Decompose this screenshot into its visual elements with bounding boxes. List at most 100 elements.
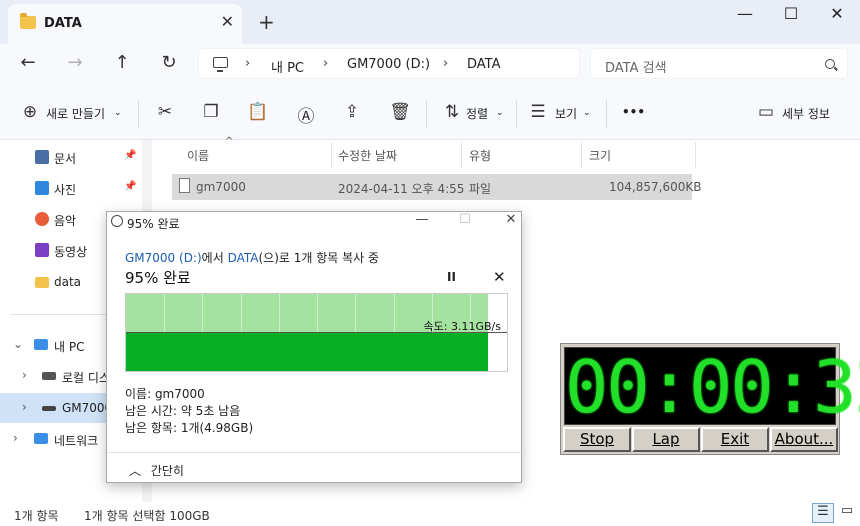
paste-icon[interactable]: 📋 (246, 102, 270, 122)
breadcrumb-drive[interactable]: GM7000 (D:) (347, 57, 430, 72)
lap-button[interactable]: Lap (632, 427, 700, 452)
sidebar-item-documents[interactable]: 문서 📌 (0, 142, 155, 172)
view-icon: ☰ (530, 102, 546, 122)
minimize-button[interactable]: — (722, 4, 768, 23)
table-row[interactable]: gm7000 2024-04-11 오후 4:55 파일 104,857,600… (172, 174, 701, 200)
tiles-view-icon[interactable]: ▭ (836, 503, 858, 523)
column-divider[interactable] (581, 142, 582, 168)
sidebar-item-pictures[interactable]: 사진 📌 (0, 173, 155, 203)
file-type: 파일 (469, 182, 492, 196)
rename-icon[interactable]: Ⓐ (294, 102, 318, 127)
toolbar-divider (516, 100, 517, 128)
maximize-button[interactable]: ☐ (768, 4, 814, 23)
copy-progress-dialog: 95% 완료 — ☐ ✕ GM7000 (D:)에서 DATA(으)로 1개 항… (106, 211, 522, 483)
sidebar-item-label: 사진 (54, 183, 77, 197)
sidebar-item-label: 문서 (54, 152, 77, 166)
share-icon[interactable]: ⇪ (340, 102, 364, 122)
details-view-icon[interactable]: ☰ (812, 503, 834, 523)
fewer-details-button[interactable]: ︿ 간단히 (129, 462, 184, 479)
destination-link[interactable]: DATA (228, 251, 259, 265)
copy-text: 에서 (201, 251, 228, 265)
sort-up-icon: ^ (225, 136, 234, 147)
pin-icon: 📌 (124, 150, 137, 161)
close-window-button[interactable]: ✕ (814, 4, 860, 23)
source-link[interactable]: GM7000 (D:) (125, 251, 202, 265)
up-button[interactable]: ↑ (108, 52, 136, 73)
title-bar: DATA ✕ + — ☐ ✕ (0, 0, 860, 44)
cancel-copy-button[interactable]: ✕ (493, 268, 506, 286)
pin-icon: 📌 (124, 181, 137, 192)
tab-title: DATA (44, 16, 82, 31)
computer-icon (213, 57, 228, 72)
stopwatch-window: 00:00:32 Stop Lap Exit About... (560, 343, 860, 455)
refresh-button[interactable]: ↻ (155, 52, 183, 73)
column-divider[interactable] (695, 142, 696, 168)
file-icon (179, 178, 190, 193)
sidebar-item-label: 네트워크 (54, 434, 99, 448)
new-button[interactable]: 새로 만들기 (46, 105, 105, 122)
breadcrumb-separator: › (443, 56, 449, 71)
toolbar-divider (606, 100, 607, 128)
items-remaining-info: 남은 항목: 1개(4.98GB) (125, 421, 254, 435)
copy-icon[interactable]: ❐ (199, 102, 223, 122)
search-placeholder: DATA 검색 (605, 61, 667, 76)
dialog-minimize-button[interactable]: — (407, 212, 437, 227)
fewer-details-label: 간단히 (150, 464, 184, 478)
network-icon (34, 433, 48, 444)
sidebar-item-label: 내 PC (54, 340, 85, 354)
videos-icon (35, 243, 49, 257)
sort-button[interactable]: 정렬 (466, 105, 488, 122)
about-button[interactable]: About... (770, 427, 838, 452)
details-button[interactable]: 세부 정보 (782, 105, 830, 122)
view-button[interactable]: 보기 (555, 105, 577, 122)
sort-icon: ⇅ (444, 102, 460, 122)
breadcrumb-data[interactable]: DATA (467, 57, 501, 72)
grid-line (202, 294, 203, 332)
column-header-modified[interactable]: 수정한 날짜 (338, 147, 397, 164)
toolbar-divider (426, 100, 427, 128)
cut-icon[interactable]: ✂ (153, 102, 177, 122)
delete-icon[interactable]: 🗑 (388, 102, 412, 122)
chevron-right-icon[interactable]: › (13, 431, 18, 445)
column-divider[interactable] (331, 142, 332, 168)
grid-line (355, 294, 356, 332)
more-options-button[interactable]: ••• (622, 105, 645, 119)
back-button[interactable]: ← (14, 52, 42, 73)
dialog-close-button[interactable]: ✕ (496, 212, 526, 227)
item-count: 1개 항목 (14, 509, 59, 523)
breadcrumb-my-pc[interactable]: 내 PC (271, 57, 304, 76)
music-icon (35, 212, 49, 226)
breadcrumb-separator: › (323, 56, 329, 71)
dialog-title: 95% 완료 (127, 217, 180, 231)
file-size: 104,857,600KB (609, 180, 702, 194)
speed-label: 속도: 3.11GB/s (423, 320, 501, 333)
stop-button[interactable]: Stop (563, 427, 631, 452)
clock-icon (111, 215, 123, 227)
grid-line (317, 294, 318, 332)
plus-circle-icon: ⊕ (22, 102, 38, 122)
chevron-right-icon[interactable]: › (22, 400, 27, 414)
chevron-right-icon[interactable]: › (22, 368, 27, 382)
exit-button[interactable]: Exit (701, 427, 769, 452)
new-tab-button[interactable]: + (258, 10, 275, 34)
tab-close-icon[interactable]: ✕ (221, 12, 234, 31)
grid-line (241, 294, 242, 332)
folder-icon (20, 13, 36, 29)
column-divider[interactable] (461, 142, 462, 168)
file-modified: 2024-04-11 오후 4:55 (338, 182, 465, 196)
drive-icon (42, 406, 56, 411)
selection-info: 1개 항목 선택함 100GB (84, 509, 210, 523)
pictures-icon (35, 181, 49, 195)
copy-description: GM7000 (D:)에서 DATA(으)로 1개 항목 복사 중 (125, 249, 379, 266)
details-pane-icon: ▭ (757, 102, 775, 122)
column-header-size[interactable]: 크기 (589, 147, 611, 164)
forward-button[interactable]: → (61, 52, 89, 73)
pause-button[interactable]: II (447, 270, 456, 284)
chevron-down-icon[interactable]: ⌄ (13, 337, 23, 351)
column-header-type[interactable]: 유형 (469, 147, 491, 164)
tab-data[interactable]: DATA ✕ (8, 4, 242, 44)
search-input[interactable]: DATA 검색 (590, 48, 848, 79)
address-bar[interactable]: › 내 PC › GM7000 (D:) › DATA (198, 48, 580, 79)
navigation-bar: ← → ↑ ↻ › 내 PC › GM7000 (D:) › DATA DATA… (0, 44, 860, 88)
column-header-name[interactable]: 이름 (187, 147, 209, 164)
